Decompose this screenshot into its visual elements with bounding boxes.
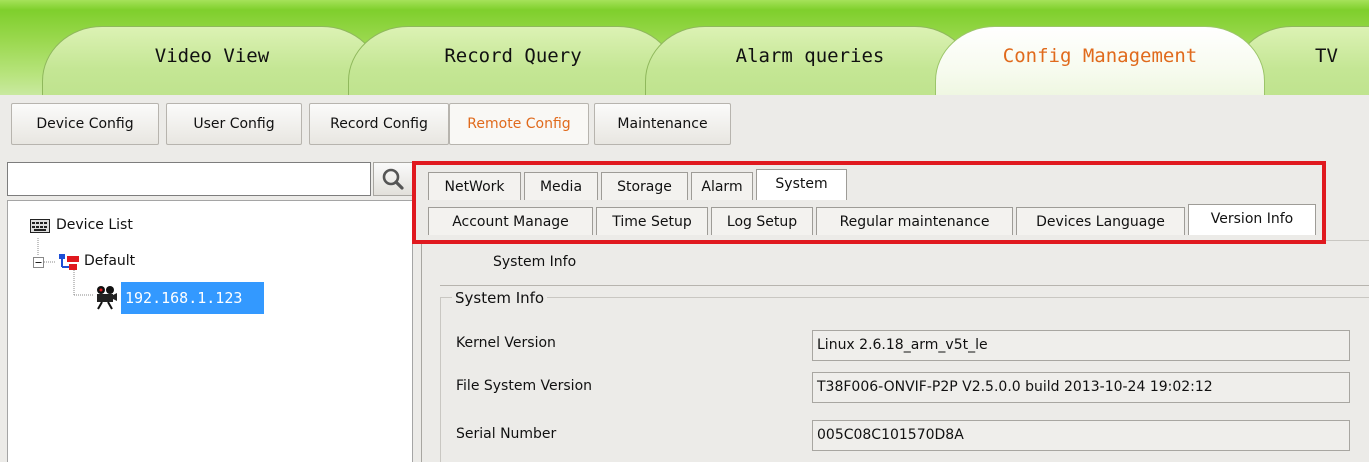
tab-media[interactable]: Media [524, 172, 598, 200]
serial-number-label: Serial Number [456, 426, 557, 442]
fs-version-field[interactable]: T38F006-ONVIF-P2P V2.5.0.0 build 2013-10… [812, 372, 1350, 403]
section-tab-label[interactable]: System Info [493, 254, 576, 270]
collapse-icon[interactable] [33, 257, 44, 268]
panel-top-border [421, 240, 1369, 241]
tab-alarm[interactable]: Alarm [691, 172, 753, 200]
remote-config-button[interactable]: Remote Config [449, 103, 589, 145]
maintenance-button[interactable]: Maintenance [594, 103, 731, 145]
user-config-button[interactable]: User Config [166, 103, 302, 145]
record-config-button[interactable]: Record Config [309, 103, 449, 145]
tree-root-label[interactable]: Device List [56, 217, 133, 233]
tab-time-setup[interactable]: Time Setup [596, 207, 708, 235]
tab-config-management[interactable]: Config Management [935, 26, 1265, 95]
tab-video-view[interactable]: Video View [42, 26, 382, 95]
kernel-version-field[interactable]: Linux 2.6.18_arm_v5t_le [812, 330, 1350, 361]
tab-log-setup[interactable]: Log Setup [711, 207, 813, 235]
tab-record-query[interactable]: Record Query [348, 26, 678, 95]
tab-devices-language[interactable]: Devices Language [1016, 207, 1185, 235]
tab-label: Video View [154, 45, 270, 67]
tab-alarm-queries[interactable]: Alarm queries [645, 26, 975, 95]
group-title: System Info [452, 289, 548, 307]
kernel-version-label: Kernel Version [456, 335, 556, 351]
tab-label: Record Query [444, 45, 582, 67]
device-config-button[interactable]: Device Config [11, 103, 159, 145]
tree-group-label[interactable]: Default [84, 253, 135, 269]
tree-device-item[interactable]: 192.168.1.123 [121, 282, 264, 314]
config-sub-menu: Device Config User Config Record Config … [0, 96, 1369, 154]
tab-account-manage[interactable]: Account Manage [428, 207, 593, 235]
tab-system[interactable]: System [756, 169, 847, 200]
tab-version-info[interactable]: Version Info [1188, 204, 1316, 235]
search-icon [382, 168, 404, 190]
group-icon [59, 254, 79, 270]
serial-number-field[interactable]: 005C08C101570D8A [812, 420, 1350, 451]
tab-network[interactable]: NetWork [428, 172, 521, 200]
panel-border [421, 240, 422, 462]
search-button[interactable] [373, 162, 413, 196]
section-divider [440, 285, 1369, 286]
fs-version-label: File System Version [456, 378, 593, 394]
tab-storage[interactable]: Storage [601, 172, 688, 200]
tab-label: Config Management [1002, 45, 1198, 67]
device-list-icon [30, 219, 50, 233]
tab-regular-maintenance[interactable]: Regular maintenance [816, 207, 1013, 235]
tab-label: TV [1315, 45, 1338, 67]
camera-icon [97, 286, 117, 310]
device-search-input[interactable] [7, 162, 371, 196]
main-tab-bar: Video View Record Query Alarm queries Co… [0, 0, 1369, 95]
tab-label: Alarm queries [735, 45, 885, 67]
